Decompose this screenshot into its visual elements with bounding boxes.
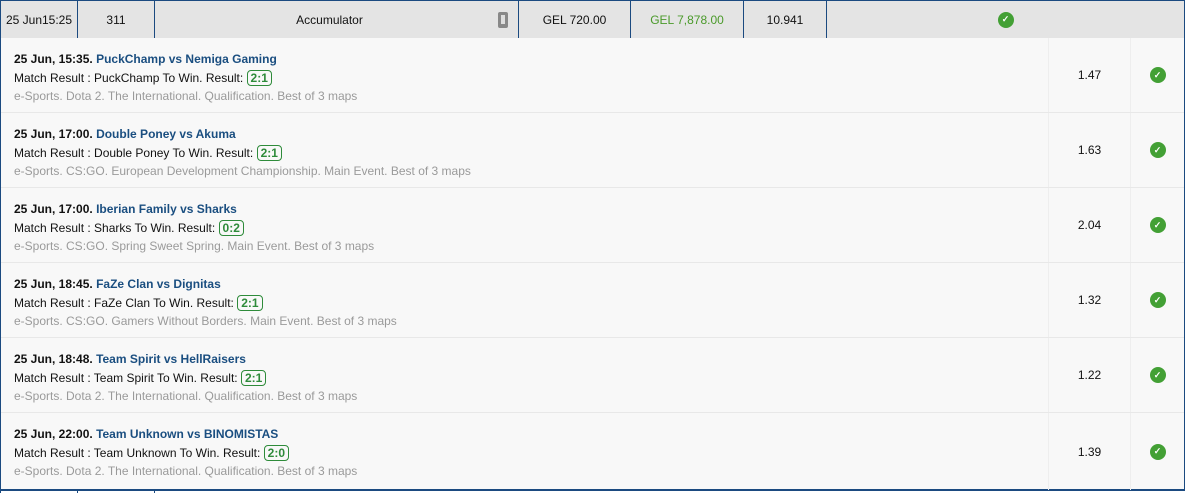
selection-teams[interactable]: FaZe Clan vs Dignitas <box>96 277 221 291</box>
selection-info: 25 Jun, 18:48. Team Spirit vs HellRaiser… <box>1 338 1048 412</box>
selection-teams[interactable]: Team Spirit vs HellRaisers <box>96 352 246 366</box>
selection-datetime: 25 Jun, 18:48. <box>14 352 93 366</box>
check-circle-icon: ✓ <box>1149 292 1166 308</box>
bet-header-row[interactable]: 25 Jun 15:25 311 Accumulator GEL 720.00 G… <box>0 0 1185 39</box>
selection-odds: 2.04 <box>1048 188 1131 262</box>
selection-row: 25 Jun, 18:48. Team Spirit vs HellRaiser… <box>1 338 1184 413</box>
selections-list: 25 Jun, 15:35. PuckChamp vs Nemiga Gamin… <box>0 38 1185 491</box>
selection-description: e-Sports. CS:GO. Gamers Without Borders.… <box>14 314 397 328</box>
selection-row: 25 Jun, 17:00. Double Poney vs Akuma Mat… <box>1 113 1184 188</box>
selection-odds: 1.63 <box>1048 113 1131 187</box>
result-badge: 2:1 <box>240 369 267 386</box>
result-badge: 2:1 <box>246 69 272 86</box>
selection-status: ✓ <box>1131 38 1184 112</box>
selection-market: Match Result : Sharks To Win. Result: <box>14 220 216 235</box>
selection-market: Match Result : Double Poney To Win. Resu… <box>14 145 254 160</box>
selection-status: ✓ <box>1131 113 1184 187</box>
selection-odds: 1.39 <box>1048 413 1131 490</box>
selection-description: e-Sports. Dota 2. The International. Qua… <box>14 389 358 403</box>
result-badge: 2:1 <box>237 294 263 311</box>
check-circle-icon: ✓ <box>1149 67 1166 83</box>
selection-teams[interactable]: Team Unknown vs BINOMISTAS <box>96 427 278 441</box>
selection-market: Match Result : Team Spirit To Win. Resul… <box>14 370 238 385</box>
bet-type: Accumulator <box>155 1 518 38</box>
result-badge: 0:2 <box>218 219 244 236</box>
selection-status: ✓ <box>1131 188 1184 262</box>
bet-time: 15:25 <box>42 12 73 27</box>
selection-info: 25 Jun, 22:00. Team Unknown vs BINOMISTA… <box>1 413 1048 490</box>
selection-odds: 1.22 <box>1048 338 1131 412</box>
bet-id: 311 <box>78 1 155 38</box>
selection-status: ✓ <box>1131 263 1184 337</box>
selection-row: 25 Jun, 22:00. Team Unknown vs BINOMISTA… <box>1 413 1184 490</box>
selection-info: 25 Jun, 17:00. Double Poney vs Akuma Mat… <box>1 113 1048 187</box>
result-badge: 2:1 <box>256 144 282 161</box>
bet-stake: GEL 720.00 <box>518 1 631 38</box>
bet-type-label: Accumulator <box>296 12 363 27</box>
selection-datetime: 25 Jun, 18:45. <box>14 277 93 291</box>
selection-datetime: 25 Jun, 17:00. <box>14 127 93 141</box>
selection-status: ✓ <box>1131 338 1184 412</box>
selection-info: 25 Jun, 17:00. Iberian Family vs Sharks … <box>1 188 1048 262</box>
selection-odds: 1.32 <box>1048 263 1131 337</box>
selection-datetime: 25 Jun, 15:35. <box>14 52 93 66</box>
selection-info: 25 Jun, 15:35. PuckChamp vs Nemiga Gamin… <box>1 38 1048 112</box>
selection-row: 25 Jun, 18:45. FaZe Clan vs Dignitas Mat… <box>1 263 1184 338</box>
mobile-phone-icon <box>498 11 508 28</box>
check-circle-icon: ✓ <box>1149 443 1166 460</box>
selection-teams[interactable]: PuckChamp vs Nemiga Gaming <box>96 52 277 66</box>
selection-odds: 1.47 <box>1048 38 1131 112</box>
bet-datetime: 25 Jun 15:25 <box>1 1 78 38</box>
selection-description: e-Sports. CS:GO. European Development Ch… <box>14 164 471 178</box>
selection-status: ✓ <box>1131 413 1184 490</box>
selection-description: e-Sports. Dota 2. The International. Qua… <box>14 464 358 478</box>
bet-payout: GEL 7,878.00 <box>631 1 744 38</box>
selection-market: Match Result : FaZe Clan To Win. Result: <box>14 295 234 310</box>
bet-odds: 10.941 <box>744 1 827 38</box>
selection-teams[interactable]: Iberian Family vs Sharks <box>96 202 237 216</box>
selection-info: 25 Jun, 18:45. FaZe Clan vs Dignitas Mat… <box>1 263 1048 337</box>
selection-market: Match Result : Team Unknown To Win. Resu… <box>14 445 261 460</box>
selection-description: e-Sports. CS:GO. Spring Sweet Spring. Ma… <box>14 239 375 253</box>
selection-datetime: 25 Jun, 22:00. <box>14 427 93 441</box>
selection-datetime: 25 Jun, 17:00. <box>14 202 93 216</box>
selection-row: 25 Jun, 15:35. PuckChamp vs Nemiga Gamin… <box>1 38 1184 113</box>
selection-market: Match Result : PuckChamp To Win. Result: <box>14 70 244 85</box>
bet-status: ✓ <box>827 1 1184 38</box>
selection-description: e-Sports. Dota 2. The International. Qua… <box>14 89 358 103</box>
selection-row: 25 Jun, 17:00. Iberian Family vs Sharks … <box>1 188 1184 263</box>
check-circle-icon: ✓ <box>997 11 1014 28</box>
bet-date: 25 Jun <box>5 12 42 27</box>
result-badge: 2:0 <box>263 444 290 461</box>
check-circle-icon: ✓ <box>1149 142 1166 158</box>
check-circle-icon: ✓ <box>1149 367 1166 383</box>
check-circle-icon: ✓ <box>1149 217 1166 233</box>
selection-teams[interactable]: Double Poney vs Akuma <box>96 127 236 141</box>
